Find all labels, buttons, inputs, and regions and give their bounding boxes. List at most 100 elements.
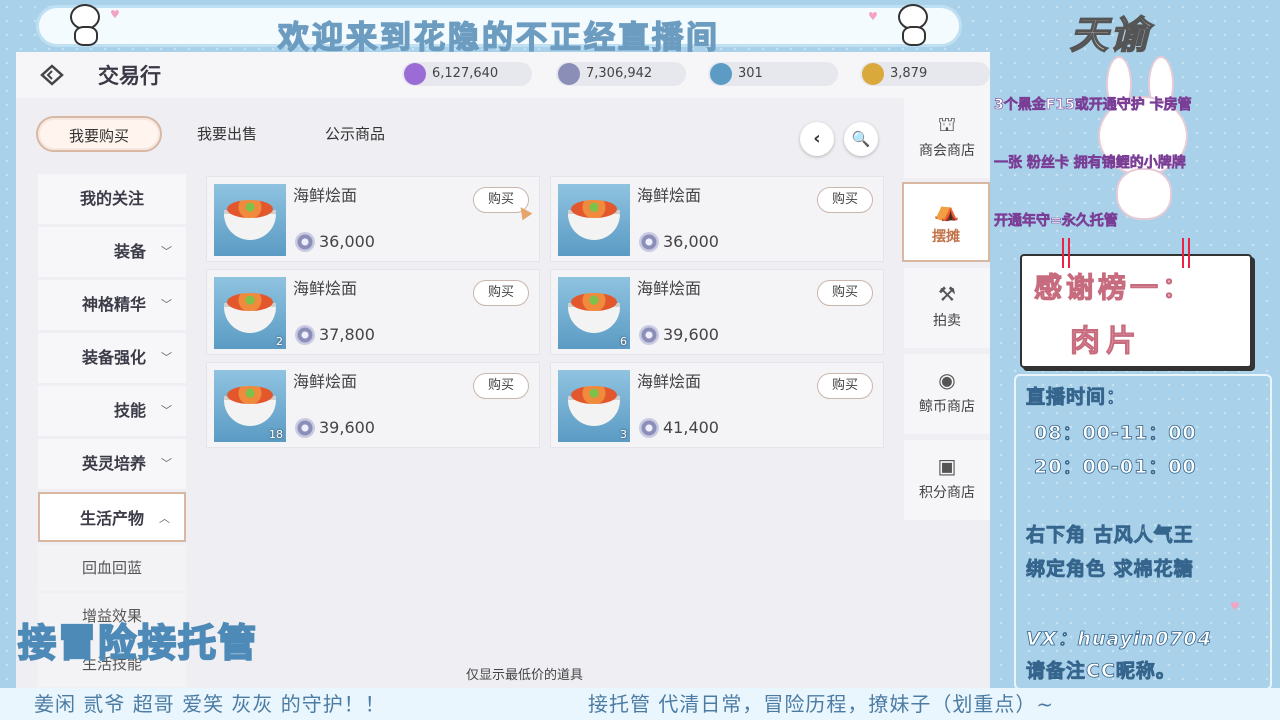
item-name: 海鲜烩面 [293, 186, 358, 205]
currency-gold: 3,879 [860, 62, 990, 86]
schedule-morning: 08：00-11：00 [1034, 422, 1197, 445]
tab-sell[interactable]: 我要出售 [164, 116, 290, 152]
item-card[interactable]: 3 海鲜烩面 41,400 购买 [550, 362, 884, 448]
item-price: 39,600 [639, 325, 719, 345]
schedule-evening: 20：00-01：00 [1034, 456, 1197, 479]
item-price: 39,600 [295, 418, 375, 438]
noodle-dish-icon: 18 [214, 370, 286, 442]
currency-value: 6,127,640 [432, 66, 499, 81]
chevron-down-icon: ﹀ [161, 245, 172, 258]
item-price: 36,000 [639, 232, 719, 252]
tab-guild-shop[interactable]: ⛫ 商会商店 [904, 98, 990, 178]
item-price: 36,000 [295, 232, 375, 252]
points-shop-icon: ▣ [937, 454, 957, 478]
tab-whale-coin-shop[interactable]: ◉ 鲸币商店 [904, 354, 990, 434]
currency-value: 3,879 [890, 66, 928, 81]
item-card[interactable]: 海鲜烩面 36,000 购买 [550, 176, 884, 262]
gavel-icon: ⚒ [938, 282, 956, 306]
stall-icon: ⛺ [934, 198, 959, 222]
noodle-dish-icon [558, 184, 630, 256]
heart-icon: ♥ [110, 8, 120, 21]
game-logo: 天谕 [1069, 11, 1151, 58]
item-card[interactable]: 海鲜烩面 36,000 购买 [206, 176, 540, 262]
chevron-down-icon: ﹀ [161, 404, 172, 417]
chevron-up-icon: ︿ [159, 512, 170, 525]
pin-icon [1182, 238, 1190, 268]
item-card[interactable]: 6 海鲜烩面 39,600 购买 [550, 269, 884, 355]
promo-line: 右下角 古风人气王 [1026, 524, 1194, 547]
back-icon[interactable] [38, 64, 70, 86]
side-note: 一张 粉丝卡 拥有锦鲤的小牌牌 [994, 155, 1186, 172]
chevron-down-icon: ﹀ [161, 351, 172, 364]
bear-mascot-right [892, 2, 936, 48]
subcategory-item[interactable]: 回血回蓝 [38, 545, 186, 591]
side-note: 3个黑金F15或开通守护 卡房管 [994, 97, 1192, 114]
item-price: 41,400 [639, 418, 719, 438]
item-card[interactable]: 2 海鲜烩面 37,800 购买 [206, 269, 540, 355]
buy-button[interactable]: 购买 [817, 187, 873, 213]
vx-note: 请备注CC昵称。 [1026, 660, 1176, 683]
schedule-label: 直播时间： [1026, 386, 1127, 409]
chevron-down-icon: ﹀ [161, 298, 172, 311]
item-name: 海鲜烩面 [637, 279, 702, 298]
buy-button[interactable]: 购买 [817, 280, 873, 306]
thanks-name: 肉片 [1070, 324, 1142, 360]
silver-coin-icon [639, 418, 659, 438]
silver-coin-icon [295, 325, 315, 345]
tab-public-goods[interactable]: 公示商品 [292, 116, 418, 152]
trade-topbar: 交易行 6,127,640 7,306,942 301 3,879 [16, 52, 990, 98]
stream-overlay-text: 接冒险接托管 [17, 619, 259, 666]
chevron-left-icon: ‹ [813, 128, 821, 149]
game-window: 交易行 6,127,640 7,306,942 301 3,879 我要购买 我… [16, 52, 990, 692]
category-item-spirits[interactable]: 英灵培养 ﹀ [38, 439, 186, 489]
search-icon: 🔍 [851, 130, 871, 148]
lowest-price-note: 仅显示最低价的道具 [466, 668, 584, 683]
tab-points-shop[interactable]: ▣ 积分商店 [904, 440, 990, 520]
ticker-left: 姜闲 贰爷 超哥 爱笑 灰灰 的守护！！ [34, 692, 386, 716]
prev-button[interactable]: ‹ [800, 122, 834, 156]
silver-coin-icon [295, 232, 315, 252]
bear-mascot-left [64, 2, 108, 48]
stream-banner-title: 欢迎来到花隐的不正经直播间 [277, 19, 720, 57]
noodle-dish-icon: 2 [214, 277, 286, 349]
whale-coin-icon: ◉ [938, 368, 956, 392]
side-note: 开通年守=永久托管 [994, 213, 1118, 230]
item-name: 海鲜烩面 [637, 186, 702, 205]
item-name: 海鲜烩面 [293, 279, 358, 298]
ticker-right: 接托管 代清日常，冒险历程，撩妹子（划重点）~ [588, 692, 1055, 716]
noodle-dish-icon: 3 [558, 370, 630, 442]
noodle-dish-icon: 6 [558, 277, 630, 349]
heart-icon: ♥ [868, 10, 878, 23]
category-item-following[interactable]: 我的关注 [38, 174, 186, 224]
category-item-divinity[interactable]: 神格精华 ﹀ [38, 280, 186, 330]
purple-crystal-icon [404, 63, 426, 85]
category-item-skills[interactable]: 技能 ﹀ [38, 386, 186, 436]
thanks-board: 感谢榜一： 肉片 [1020, 238, 1252, 368]
category-item-equipment[interactable]: 装备 ﹀ [38, 227, 186, 277]
currency-gem: 301 [708, 62, 838, 86]
vx-contact: VX：huayin0704 [1026, 628, 1212, 651]
currency-crystal: 6,127,640 [402, 62, 532, 86]
stream-banner: 欢迎来到花隐的不正经直播间 [36, 5, 962, 57]
item-name: 海鲜烩面 [293, 372, 358, 391]
item-price: 37,800 [295, 325, 375, 345]
bunny-mascot [1088, 56, 1208, 226]
tab-auction[interactable]: ⚒ 拍卖 [904, 268, 990, 348]
blue-gem-icon [710, 63, 732, 85]
category-item-life-products[interactable]: 生活产物 ︿ [38, 492, 186, 542]
currency-value: 7,306,942 [586, 66, 653, 81]
page-title: 交易行 [98, 63, 161, 88]
buy-button[interactable]: 购买 [473, 373, 529, 399]
category-item-enhance[interactable]: 装备强化 ﹀ [38, 333, 186, 383]
buy-button[interactable]: 购买 [817, 373, 873, 399]
buy-button[interactable]: 购买 [473, 280, 529, 306]
search-button[interactable]: 🔍 [844, 122, 878, 156]
gold-coin-icon [862, 63, 884, 85]
item-card[interactable]: 18 海鲜烩面 39,600 购买 [206, 362, 540, 448]
tab-stall[interactable]: ⛺ 摆摊 [902, 182, 990, 262]
currency-value: 301 [738, 66, 763, 81]
item-name: 海鲜烩面 [637, 372, 702, 391]
promo-line: 绑定角色 求棉花糖 [1026, 558, 1194, 581]
silver-coin-icon [639, 325, 659, 345]
tab-buy[interactable]: 我要购买 [36, 116, 162, 152]
